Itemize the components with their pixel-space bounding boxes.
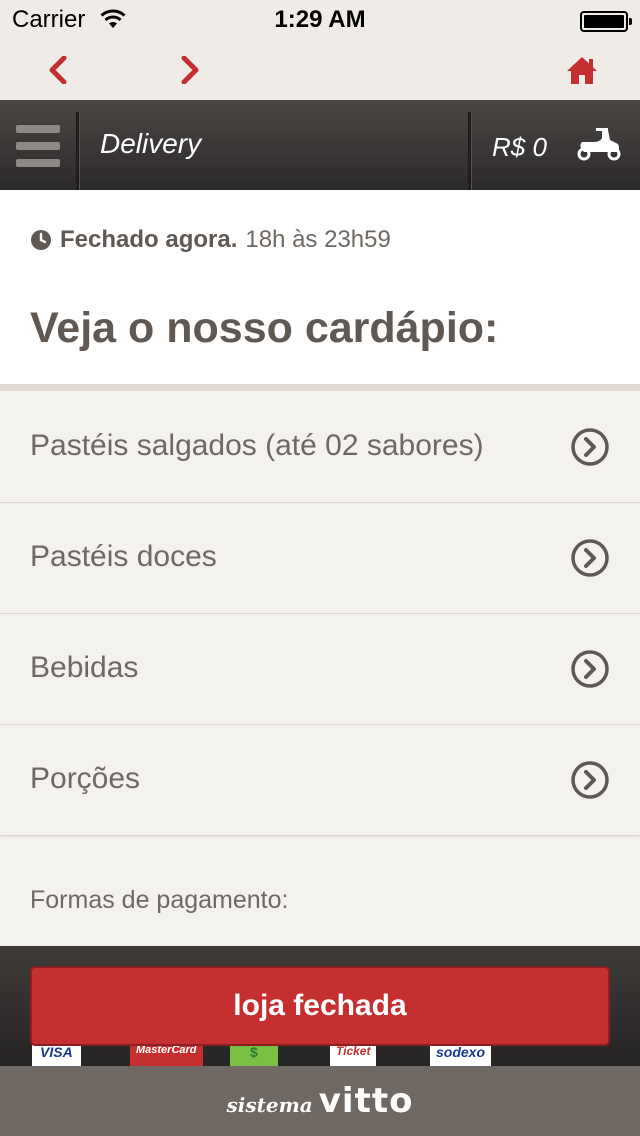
- store-hours: Fechado agora. 18h às 23h59: [30, 226, 391, 254]
- chevron-left-icon: [49, 56, 67, 84]
- home-button[interactable]: [560, 48, 604, 92]
- category-label: Porções: [30, 762, 141, 795]
- clock-icon: [31, 230, 51, 250]
- page-title: Delivery: [100, 128, 202, 159]
- category-label: Pastéis doces: [30, 540, 217, 573]
- chevron-circle-right-icon: [571, 650, 609, 688]
- footer-brand-name: vitto: [318, 1081, 414, 1121]
- sodexo-logo: sodexo: [430, 1044, 492, 1066]
- store-closed-button[interactable]: loja fechada: [30, 966, 610, 1046]
- vitto-logo: sistema vitto: [227, 1081, 414, 1121]
- header-divider: [468, 112, 471, 190]
- back-button[interactable]: [36, 48, 80, 92]
- menu-icon-bar: [16, 159, 60, 167]
- chevron-circle-right-icon: [571, 761, 609, 799]
- browser-nav-bar: [0, 40, 640, 100]
- bottom-action-bar: VISA MasterCard $ Ticket sodexo loja fec…: [0, 946, 640, 1066]
- home-icon: [567, 57, 597, 84]
- menu-heading: Veja o nosso cardápio:: [30, 304, 499, 352]
- mastercard-logo: MasterCard: [130, 1044, 203, 1066]
- category-list: Pastéis salgados (até 02 sabores) Pastéi…: [0, 391, 640, 835]
- category-item[interactable]: Bebidas: [0, 613, 640, 725]
- store-info-panel: Fechado agora. 18h às 23h59 Veja o nosso…: [0, 190, 640, 386]
- forward-button[interactable]: [168, 48, 212, 92]
- ticket-logo: Ticket: [330, 1044, 377, 1066]
- header-divider: [76, 112, 79, 190]
- chevron-circle-right-icon: [571, 428, 609, 466]
- category-label: Bebidas: [30, 651, 139, 684]
- scooter-icon: [577, 128, 621, 161]
- cash-logo: $: [230, 1044, 278, 1066]
- cart-total: R$ 0: [492, 132, 547, 162]
- battery-icon: [580, 11, 632, 32]
- app-header: Delivery R$ 0: [0, 100, 640, 190]
- footer-brand-prefix: sistema: [226, 1093, 313, 1117]
- menu-icon-bar: [16, 142, 60, 150]
- hamburger-menu-button[interactable]: [0, 100, 76, 190]
- chevron-right-icon: [181, 56, 199, 84]
- category-item[interactable]: Pastéis doces: [0, 502, 640, 614]
- category-label: Pastéis salgados (até 02 sabores): [30, 429, 484, 462]
- visa-logo: VISA: [32, 1044, 81, 1066]
- section-divider: [0, 384, 640, 391]
- status-bar: Carrier 1:29 AM: [0, 0, 640, 40]
- store-hours-range: 18h às 23h59: [245, 226, 391, 253]
- store-status: Fechado agora.: [60, 226, 238, 253]
- menu-icon-bar: [16, 125, 60, 133]
- chevron-circle-right-icon: [571, 539, 609, 577]
- category-item[interactable]: Porções: [0, 724, 640, 835]
- category-item[interactable]: Pastéis salgados (até 02 sabores): [0, 391, 640, 503]
- cart-button[interactable]: R$ 0: [472, 100, 640, 190]
- footer: sistema vitto: [0, 1066, 640, 1136]
- payment-methods-label: Formas de pagamento:: [30, 886, 289, 914]
- payment-methods: VISA MasterCard $ Ticket sodexo: [30, 1044, 610, 1066]
- clock: 1:29 AM: [274, 6, 366, 33]
